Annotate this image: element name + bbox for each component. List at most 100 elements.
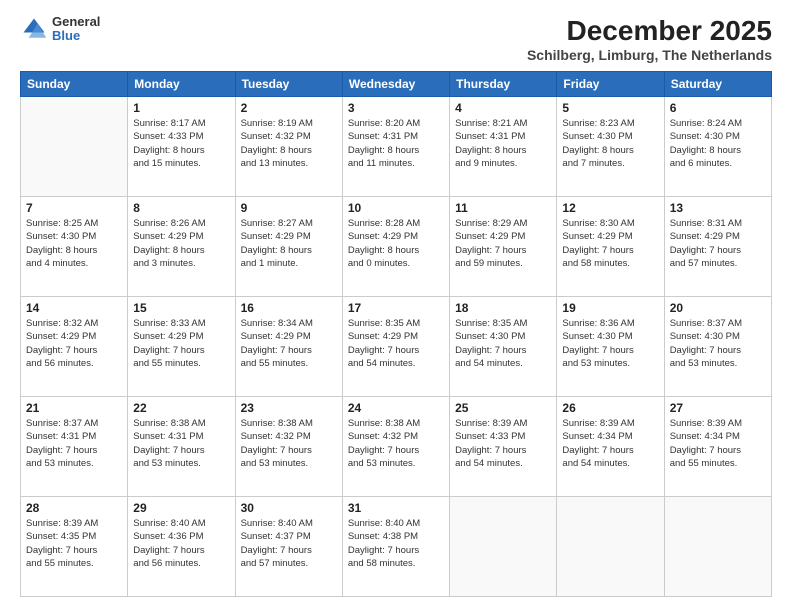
- day-info: Sunrise: 8:40 AM Sunset: 4:37 PM Dayligh…: [241, 517, 337, 570]
- table-row: 8Sunrise: 8:26 AM Sunset: 4:29 PM Daylig…: [128, 197, 235, 297]
- day-number: 17: [348, 301, 444, 315]
- week-row-0: 1 Sunrise: 8:17 AM Sunset: 4:33 PM Daylig…: [21, 97, 772, 197]
- day-info: Sunrise: 8:39 AM Sunset: 4:34 PM Dayligh…: [562, 417, 658, 470]
- day-number: 10: [348, 201, 444, 215]
- table-row: 6 Sunrise: 8:24 AM Sunset: 4:30 PM Daylig…: [664, 97, 771, 197]
- day-number: 6: [670, 101, 766, 115]
- day-number: 5: [562, 101, 658, 115]
- col-wednesday: Wednesday: [342, 72, 449, 97]
- table-row: 31Sunrise: 8:40 AM Sunset: 4:38 PM Dayli…: [342, 497, 449, 597]
- day-number: 30: [241, 501, 337, 515]
- day-info: Sunrise: 8:38 AM Sunset: 4:32 PM Dayligh…: [348, 417, 444, 470]
- day-info: Sunrise: 8:35 AM Sunset: 4:29 PM Dayligh…: [348, 317, 444, 370]
- table-row: [450, 497, 557, 597]
- week-row-1: 7 Sunrise: 8:25 AM Sunset: 4:30 PM Daylig…: [21, 197, 772, 297]
- day-info: Sunrise: 8:29 AM Sunset: 4:29 PM Dayligh…: [455, 217, 551, 270]
- day-info: Sunrise: 8:31 AM Sunset: 4:29 PM Dayligh…: [670, 217, 766, 270]
- day-info: Sunrise: 8:27 AM Sunset: 4:29 PM Dayligh…: [241, 217, 337, 270]
- day-number: 26: [562, 401, 658, 415]
- table-row: 27 Sunrise: 8:39 AM Sunset: 4:34 PM Dayli…: [664, 397, 771, 497]
- day-info: Sunrise: 8:40 AM Sunset: 4:36 PM Dayligh…: [133, 517, 229, 570]
- table-row: [557, 497, 664, 597]
- day-number: 29: [133, 501, 229, 515]
- logo-blue: Blue: [52, 29, 100, 43]
- day-number: 23: [241, 401, 337, 415]
- table-row: 12Sunrise: 8:30 AM Sunset: 4:29 PM Dayli…: [557, 197, 664, 297]
- table-row: 21 Sunrise: 8:37 AM Sunset: 4:31 PM Dayli…: [21, 397, 128, 497]
- day-number: 19: [562, 301, 658, 315]
- location: Schilberg, Limburg, The Netherlands: [527, 47, 772, 63]
- day-info: Sunrise: 8:32 AM Sunset: 4:29 PM Dayligh…: [26, 317, 122, 370]
- table-row: 18 Sunrise: 8:35 AM Sunset: 4:30 PM Dayli…: [450, 297, 557, 397]
- day-number: 1: [133, 101, 229, 115]
- day-info: Sunrise: 8:33 AM Sunset: 4:29 PM Dayligh…: [133, 317, 229, 370]
- col-thursday: Thursday: [450, 72, 557, 97]
- day-number: 9: [241, 201, 337, 215]
- day-number: 3: [348, 101, 444, 115]
- day-number: 20: [670, 301, 766, 315]
- logo-general: General: [52, 15, 100, 29]
- day-number: 11: [455, 201, 551, 215]
- table-row: 30 Sunrise: 8:40 AM Sunset: 4:37 PM Dayli…: [235, 497, 342, 597]
- day-info: Sunrise: 8:17 AM Sunset: 4:33 PM Dayligh…: [133, 117, 229, 170]
- day-info: Sunrise: 8:37 AM Sunset: 4:30 PM Dayligh…: [670, 317, 766, 370]
- day-number: 27: [670, 401, 766, 415]
- table-row: 28Sunrise: 8:39 AM Sunset: 4:35 PM Dayli…: [21, 497, 128, 597]
- table-row: 24 Sunrise: 8:38 AM Sunset: 4:32 PM Dayli…: [342, 397, 449, 497]
- page: General Blue December 2025 Schilberg, Li…: [0, 0, 792, 612]
- col-monday: Monday: [128, 72, 235, 97]
- day-number: 21: [26, 401, 122, 415]
- month-title: December 2025: [527, 15, 772, 47]
- col-friday: Friday: [557, 72, 664, 97]
- day-number: 24: [348, 401, 444, 415]
- day-number: 4: [455, 101, 551, 115]
- table-row: [21, 97, 128, 197]
- table-row: 3 Sunrise: 8:20 AM Sunset: 4:31 PM Daylig…: [342, 97, 449, 197]
- day-info: Sunrise: 8:20 AM Sunset: 4:31 PM Dayligh…: [348, 117, 444, 170]
- day-info: Sunrise: 8:19 AM Sunset: 4:32 PM Dayligh…: [241, 117, 337, 170]
- header-row: Sunday Monday Tuesday Wednesday Thursday…: [21, 72, 772, 97]
- calendar-table: Sunday Monday Tuesday Wednesday Thursday…: [20, 71, 772, 597]
- day-info: Sunrise: 8:34 AM Sunset: 4:29 PM Dayligh…: [241, 317, 337, 370]
- table-row: 25 Sunrise: 8:39 AM Sunset: 4:33 PM Dayli…: [450, 397, 557, 497]
- day-number: 13: [670, 201, 766, 215]
- table-row: 11 Sunrise: 8:29 AM Sunset: 4:29 PM Dayli…: [450, 197, 557, 297]
- table-row: 9 Sunrise: 8:27 AM Sunset: 4:29 PM Daylig…: [235, 197, 342, 297]
- logo-text: General Blue: [52, 15, 100, 44]
- day-info: Sunrise: 8:40 AM Sunset: 4:38 PM Dayligh…: [348, 517, 444, 570]
- table-row: 17 Sunrise: 8:35 AM Sunset: 4:29 PM Dayli…: [342, 297, 449, 397]
- day-info: Sunrise: 8:24 AM Sunset: 4:30 PM Dayligh…: [670, 117, 766, 170]
- day-info: Sunrise: 8:21 AM Sunset: 4:31 PM Dayligh…: [455, 117, 551, 170]
- day-info: Sunrise: 8:28 AM Sunset: 4:29 PM Dayligh…: [348, 217, 444, 270]
- day-number: 7: [26, 201, 122, 215]
- day-info: Sunrise: 8:23 AM Sunset: 4:30 PM Dayligh…: [562, 117, 658, 170]
- day-info: Sunrise: 8:39 AM Sunset: 4:34 PM Dayligh…: [670, 417, 766, 470]
- day-info: Sunrise: 8:38 AM Sunset: 4:32 PM Dayligh…: [241, 417, 337, 470]
- header: General Blue December 2025 Schilberg, Li…: [20, 15, 772, 63]
- day-info: Sunrise: 8:36 AM Sunset: 4:30 PM Dayligh…: [562, 317, 658, 370]
- week-row-3: 21 Sunrise: 8:37 AM Sunset: 4:31 PM Dayli…: [21, 397, 772, 497]
- day-info: Sunrise: 8:35 AM Sunset: 4:30 PM Dayligh…: [455, 317, 551, 370]
- table-row: 7 Sunrise: 8:25 AM Sunset: 4:30 PM Daylig…: [21, 197, 128, 297]
- day-number: 12: [562, 201, 658, 215]
- day-number: 18: [455, 301, 551, 315]
- table-row: 14 Sunrise: 8:32 AM Sunset: 4:29 PM Dayli…: [21, 297, 128, 397]
- day-number: 14: [26, 301, 122, 315]
- table-row: 1 Sunrise: 8:17 AM Sunset: 4:33 PM Daylig…: [128, 97, 235, 197]
- day-number: 2: [241, 101, 337, 115]
- day-number: 28: [26, 501, 122, 515]
- day-number: 25: [455, 401, 551, 415]
- table-row: 5 Sunrise: 8:23 AM Sunset: 4:30 PM Daylig…: [557, 97, 664, 197]
- table-row: 20 Sunrise: 8:37 AM Sunset: 4:30 PM Dayli…: [664, 297, 771, 397]
- table-row: 2 Sunrise: 8:19 AM Sunset: 4:32 PM Daylig…: [235, 97, 342, 197]
- day-info: Sunrise: 8:39 AM Sunset: 4:33 PM Dayligh…: [455, 417, 551, 470]
- day-info: Sunrise: 8:37 AM Sunset: 4:31 PM Dayligh…: [26, 417, 122, 470]
- col-sunday: Sunday: [21, 72, 128, 97]
- day-info: Sunrise: 8:26 AM Sunset: 4:29 PM Dayligh…: [133, 217, 229, 270]
- table-row: 16 Sunrise: 8:34 AM Sunset: 4:29 PM Dayli…: [235, 297, 342, 397]
- day-number: 16: [241, 301, 337, 315]
- table-row: 26 Sunrise: 8:39 AM Sunset: 4:34 PM Dayli…: [557, 397, 664, 497]
- table-row: 4 Sunrise: 8:21 AM Sunset: 4:31 PM Daylig…: [450, 97, 557, 197]
- day-info: Sunrise: 8:25 AM Sunset: 4:30 PM Dayligh…: [26, 217, 122, 270]
- table-row: 13 Sunrise: 8:31 AM Sunset: 4:29 PM Dayli…: [664, 197, 771, 297]
